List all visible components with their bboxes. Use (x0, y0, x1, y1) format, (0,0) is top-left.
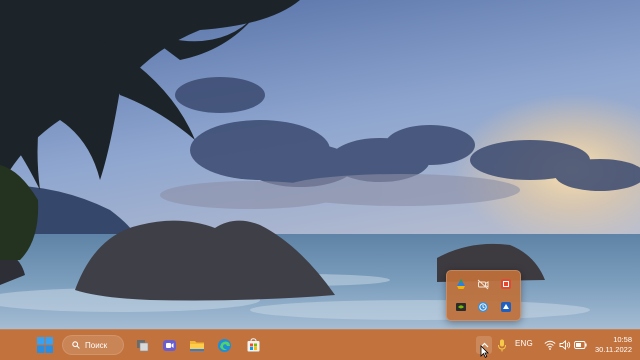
flyout-slot[interactable] (450, 296, 472, 319)
start-button[interactable] (35, 335, 55, 355)
file-explorer-gray-icon (136, 339, 148, 351)
flyout-slot[interactable] (450, 273, 472, 296)
taskbar-app-teams[interactable] (159, 335, 179, 355)
volume-button[interactable] (558, 338, 572, 352)
microphone-icon (498, 339, 506, 351)
battery-icon (573, 341, 587, 349)
file-explorer-icon (190, 340, 204, 351)
red-app-icon (500, 279, 511, 290)
teams-chat-icon (162, 339, 176, 351)
microsoft-store-icon (247, 337, 259, 351)
taskbar-clock[interactable]: 10:58 30.11.2022 (595, 335, 632, 355)
blue-arrow-app-icon (500, 301, 511, 312)
flyout-slot[interactable] (472, 296, 494, 319)
taskbar-app-store[interactable] (243, 335, 263, 355)
desktop[interactable]: Поиск ENG 10:58 30.11.2022 (0, 0, 640, 360)
search-icon (72, 341, 80, 349)
wallpaper (0, 0, 640, 360)
hidden-icons-flyout (446, 270, 521, 321)
search-label: Поиск (85, 340, 108, 350)
clock-time: 10:58 (613, 335, 632, 344)
network-button[interactable] (543, 338, 557, 352)
flyout-slot[interactable] (495, 273, 517, 296)
camera-off-icon (478, 279, 489, 290)
battery-button[interactable] (573, 338, 587, 352)
microphone-button[interactable] (495, 338, 509, 352)
clock-app-icon (478, 301, 489, 312)
taskbar-search-box[interactable]: Поиск (62, 335, 124, 355)
taskbar-app-explorer[interactable] (187, 335, 207, 355)
volume-icon (559, 340, 571, 350)
windows-start-icon (37, 337, 53, 353)
clock-date: 30.11.2022 (595, 345, 632, 354)
nvidia-icon (456, 302, 467, 311)
taskbar-app-edge[interactable] (214, 335, 234, 355)
edge-browser-icon (217, 338, 231, 352)
google-drive-icon (457, 279, 466, 290)
taskbar-app-gray[interactable] (132, 335, 152, 355)
taskbar: Поиск ENG 10:58 30.11.2022 (0, 329, 640, 360)
flyout-slot[interactable] (472, 273, 494, 296)
wifi-icon (544, 340, 556, 350)
mouse-cursor-icon (480, 345, 489, 358)
flyout-slot[interactable] (495, 296, 517, 319)
input-language-indicator[interactable]: ENG (515, 339, 533, 348)
